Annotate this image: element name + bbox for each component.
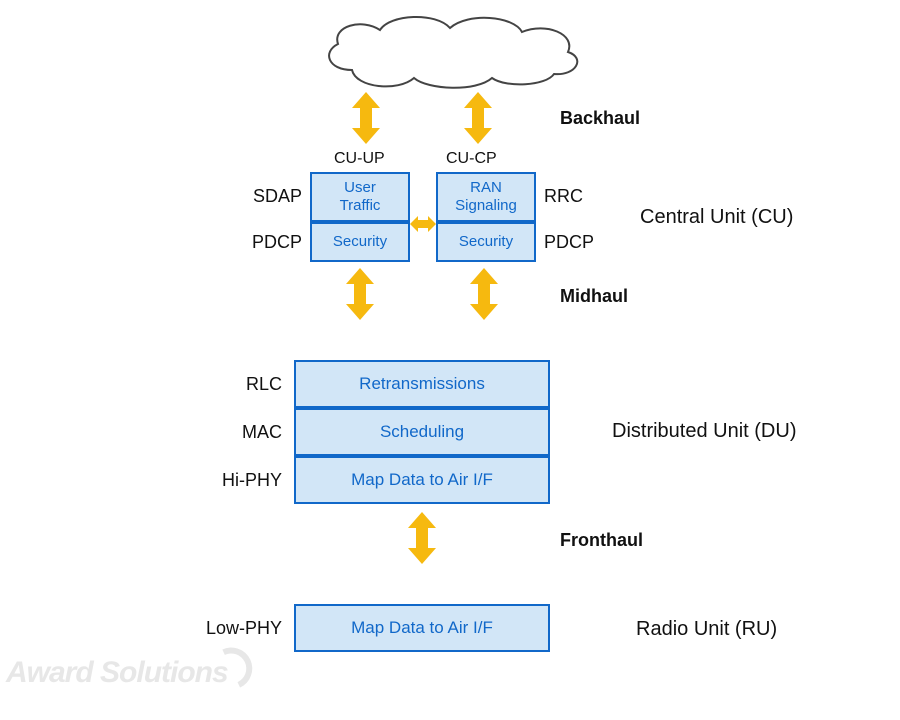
cloud-icon <box>310 12 590 90</box>
cu-up-cp-link-arrow <box>410 214 436 234</box>
cu-cp-rrc-label: RRC <box>544 186 583 207</box>
fronthaul-label: Fronthaul <box>560 530 643 551</box>
watermark-text: Award Solutions <box>6 656 228 689</box>
cu-up-security-box: Security <box>310 222 410 262</box>
midhaul-arrow-right <box>466 268 502 320</box>
cu-cp-header: CU-CP <box>446 150 497 168</box>
cu-cp-security-box: Security <box>436 222 536 262</box>
ru-lowphy-proto: Low-PHY <box>200 618 282 639</box>
backhaul-arrow-left <box>348 92 384 144</box>
du-hiphy-box: Map Data to Air I/F <box>294 456 550 504</box>
backhaul-label: Backhaul <box>560 108 640 129</box>
cu-title: Central Unit (CU) <box>640 206 793 229</box>
fronthaul-arrow <box>404 512 440 564</box>
ru-lowphy-box: Map Data to Air I/F <box>294 604 550 652</box>
cu-cp-ran-signaling-box: RAN Signaling <box>436 172 536 222</box>
du-title: Distributed Unit (DU) <box>612 420 796 443</box>
du-hiphy-label: Hi-PHY <box>214 470 282 491</box>
ru-title: Radio Unit (RU) <box>636 618 777 641</box>
du-rlc-label: RLC <box>222 374 282 395</box>
cu-up-pdcp-label: PDCP <box>250 232 302 253</box>
du-rlc-box: Retransmissions <box>294 360 550 408</box>
cu-up-sdap-label: SDAP <box>250 186 302 207</box>
cu-up-header: CU-UP <box>334 150 385 168</box>
midhaul-arrow-left <box>342 268 378 320</box>
du-mac-box: Scheduling <box>294 408 550 456</box>
cu-up-user-traffic-box: User Traffic <box>310 172 410 222</box>
cu-cp-pdcp-label: PDCP <box>544 232 594 253</box>
core-network-cloud: Core Network <box>310 12 590 90</box>
midhaul-label: Midhaul <box>560 286 628 307</box>
du-mac-label: MAC <box>222 422 282 443</box>
backhaul-arrow-right <box>460 92 496 144</box>
watermark: Award Solutions <box>6 640 255 690</box>
